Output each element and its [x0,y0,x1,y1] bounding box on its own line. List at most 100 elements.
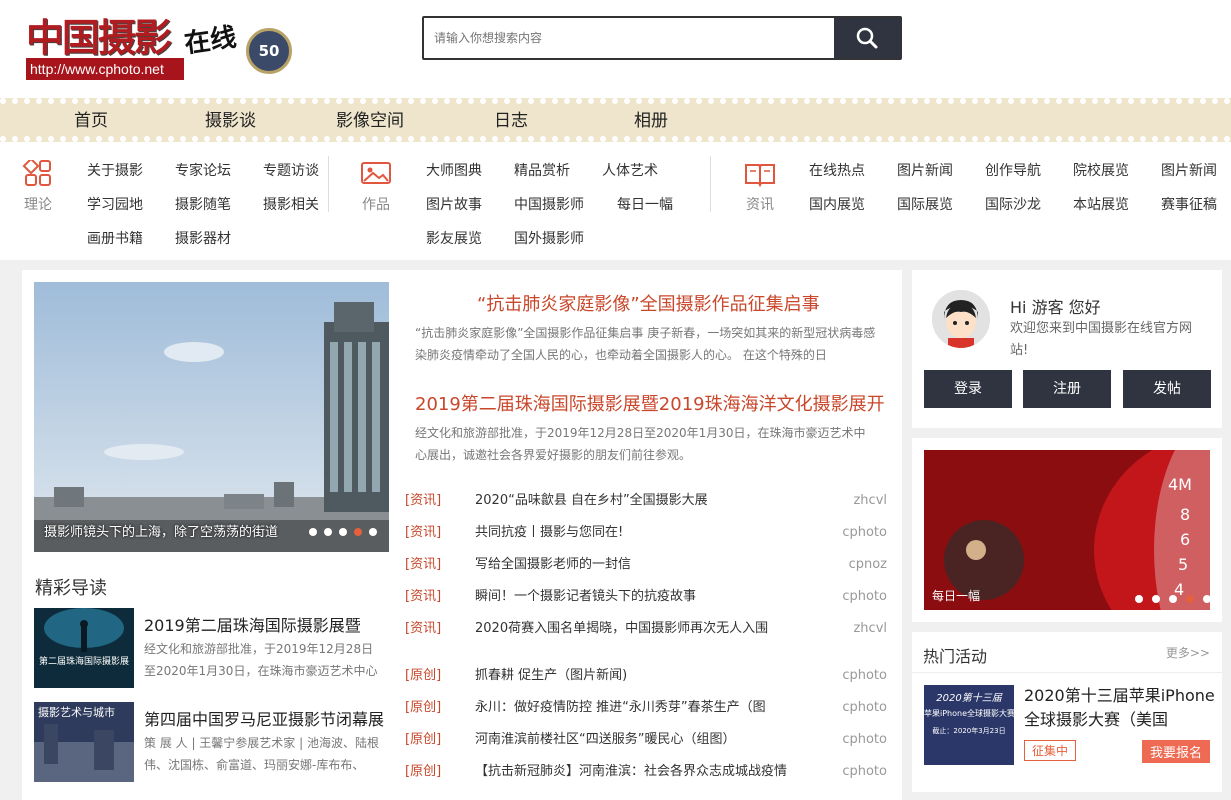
news-row[interactable]: [资讯] 瞬间！一个摄影记者镜头下的抗疫故事 cphoto [405,586,887,608]
news-title[interactable]: 共同抗疫丨摄影与您同在! [475,522,623,544]
main-nav: 首页 摄影谈 影像空间 日志 相册 [0,98,1231,142]
subnav-link[interactable]: 画册书籍 [87,228,143,248]
news-row[interactable]: [资讯] 共同抗疫丨摄影与您同在! cphoto [405,522,887,544]
site-logo[interactable]: 中国摄影 http://www.cphoto.net 在线 50 [24,14,294,82]
subnav-link[interactable]: 每日一幅 [617,194,673,214]
news-row[interactable]: [资讯] 2020“品味歙县 自在乡村”全国摄影大展 zhcvl [405,490,887,512]
gauge-number: 8 [1180,505,1190,524]
subnav-link[interactable]: 大师图典 [426,160,482,180]
subnav-link[interactable]: 国际沙龙 [985,194,1041,214]
book-icon [745,164,775,188]
subnav-link[interactable]: 学习园地 [87,194,143,214]
news-source: cpnoz [848,557,887,572]
search-input[interactable] [424,18,834,58]
category-news[interactable]: 资讯 [740,160,780,214]
logo-chinese-text: 中国摄影 [26,15,172,60]
news-title[interactable]: 【抗击新冠肺炎】河南淮滨：社会各界众志成城战疫情 [475,761,787,783]
signup-button[interactable]: 我要报名 [1141,740,1210,763]
activity-thumbnail[interactable]: 2020第十三届 苹果iPhone全球摄影大赛 截止：2020年3月23日 [924,685,1014,765]
slider-dot[interactable] [1135,595,1143,603]
subnav-link[interactable]: 图片故事 [426,194,482,214]
slider-dot[interactable] [1169,595,1177,603]
divider [328,156,329,212]
nav-photo-talk[interactable]: 摄影谈 [205,110,256,132]
subnav-link[interactable]: 国外摄影师 [514,228,584,248]
subnav-link[interactable]: 摄影随笔 [175,194,231,214]
headline-desc: 经文化和旅游部批准，于2019年12月28日至2020年1月30日，在珠海市豪迈… [415,426,866,462]
subnav-link[interactable]: 精品赏析 [514,160,570,180]
nav-blog[interactable]: 日志 [494,110,528,132]
headline-title[interactable]: “抗击肺炎家庭影像”全国摄影作品征集启事 [477,290,820,316]
news-title[interactable]: 永川：做好疫情防控 推进“永川秀芽”春茶生产（图 [475,697,766,719]
avatar [932,290,990,348]
news-row[interactable]: [资讯] 写给全国摄影老师的一封信 cpnoz [405,554,887,576]
subnav-link[interactable]: 专题访谈 [263,160,319,180]
slider-dot[interactable] [309,528,317,536]
news-title[interactable]: 瞬间！一个摄影记者镜头下的抗疫故事 [475,586,696,608]
category-works-label: 作品 [362,197,390,213]
nav-image-space[interactable]: 影像空间 [336,110,404,132]
subnav-link[interactable]: 国际展览 [897,194,953,214]
slider-dot[interactable] [339,528,347,536]
welcome-text: 欢迎您来到中国摄影在线官方网站! [1010,321,1193,358]
guide-thumb-text: 第二届珠海国际摄影展 [38,657,129,667]
subnav-link[interactable]: 关于摄影 [87,160,143,180]
news-source: cphoto [842,764,887,779]
news-title[interactable]: 抓春耕 促生产（图片新闻) [475,665,627,687]
slider-dot[interactable] [1203,595,1210,603]
divider [710,156,711,212]
subnav-link[interactable]: 中国摄影师 [514,194,584,214]
guide-item[interactable]: 第二届珠海国际摄影展 2019第二届珠海国际摄影展暨 经文化和旅游部批准，于20… [34,608,389,688]
headline-title[interactable]: 2019第二届珠海国际摄影展暨2019珠海海洋文化摄影展开 [415,390,885,416]
subnav-link[interactable]: 国内展览 [809,194,865,214]
category-works[interactable]: 作品 [356,160,396,214]
category-theory[interactable]: 理论 [18,157,58,214]
register-button[interactable]: 注册 [1023,370,1111,408]
subnav-link[interactable]: 专家论坛 [175,160,231,180]
subnav-link[interactable]: 图片新闻 [897,160,953,180]
slider-dot-active[interactable] [1186,595,1194,603]
subnav-link[interactable]: 摄影器材 [175,228,231,248]
guide-item[interactable]: 摄影艺术与城市 第四届中国罗马尼亚摄影节闭幕展 策 展 人 | 王馨宁参展艺术家… [34,702,389,782]
daily-photo-slider[interactable]: 4M 8 6 5 4 每日一幅 [924,450,1210,610]
subnav-link[interactable]: 院校展览 [1073,160,1129,180]
subnav-link[interactable]: 赛事征稿 [1161,194,1217,214]
post-button[interactable]: 发帖 [1123,370,1211,408]
subnav-link[interactable]: 图片新闻 [1161,160,1217,180]
subnav-link[interactable]: 影友展览 [426,228,482,248]
subnav-link[interactable]: 人体艺术 [602,160,658,180]
login-button[interactable]: 登录 [924,370,1012,408]
news-title[interactable]: 河南淮滨前楼社区“四送服务”暖民心（组图） [475,729,735,751]
more-link[interactable]: 更多>> [1166,644,1210,661]
slider-dot[interactable] [324,528,332,536]
search-button[interactable] [834,18,900,58]
news-title[interactable]: 写给全国摄影老师的一封信 [475,554,631,576]
subnav-link[interactable]: 摄影相关 [263,194,319,214]
guide-thumbnail: 摄影艺术与城市 [34,702,134,782]
nav-album[interactable]: 相册 [634,110,668,132]
subnav-link[interactable]: 在线热点 [809,160,865,180]
featured-slider[interactable]: 摄影师镜头下的上海，除了空荡荡的街道 [34,282,389,552]
subnav-link[interactable]: 本站展览 [1073,194,1129,214]
news-row[interactable]: [原创] 河南淮滨前楼社区“四送服务”暖民心（组图） cphoto [405,729,887,751]
news-row[interactable]: [原创] 【抗击新冠肺炎】河南淮滨：社会各界众志成城战疫情 cphoto [405,761,887,783]
news-row[interactable]: [原创] 抓春耕 促生产（图片新闻) cphoto [405,665,887,687]
news-row[interactable]: [原创] 永川：做好疫情防控 推进“永川秀芽”春茶生产（图 cphoto [405,697,887,719]
news-source: cphoto [842,668,887,683]
search-icon [856,27,878,49]
guide-item-title[interactable]: 第四届中国罗马尼亚摄影节闭幕展 [144,706,384,730]
subnav-link[interactable]: 创作导航 [985,160,1041,180]
slider-dot-active[interactable] [354,528,362,536]
main-content: 摄影师镜头下的上海，除了空荡荡的街道 精彩导读 第二届珠海国际摄影展 2019第… [22,270,902,800]
slider-dot[interactable] [1152,595,1160,603]
news-tag: [原创] [405,764,442,779]
guide-thumbnail: 第二届珠海国际摄影展 [34,608,134,688]
guide-item-title[interactable]: 2019第二届珠海国际摄影展暨 [144,612,361,636]
activity-title[interactable]: 2020第十三届苹果iPhone全球摄影大赛（美国 [1024,684,1220,732]
hot-activities: 热门活动 更多>> 2020第十三届 苹果iPhone全球摄影大赛 截止：202… [912,632,1222,792]
nav-home[interactable]: 首页 [74,110,108,132]
slider-dot[interactable] [369,528,377,536]
news-title[interactable]: 2020“品味歙县 自在乡村”全国摄影大展 [475,490,708,512]
news-title[interactable]: 2020荷赛入围名单揭晓，中国摄影师再次无人入围 [475,618,768,640]
news-row[interactable]: [资讯] 2020荷赛入围名单揭晓，中国摄影师再次无人入围 zhcvl [405,618,887,640]
